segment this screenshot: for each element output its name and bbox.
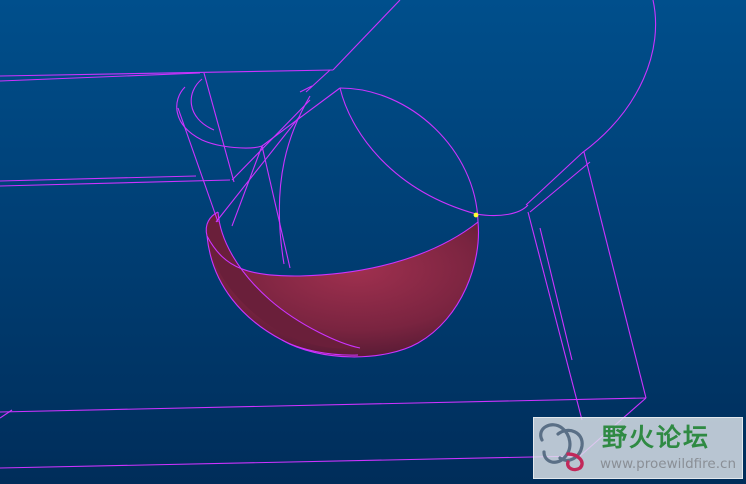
viewport-background xyxy=(0,0,746,484)
forum-watermark: 野火论坛 www.proewildfire.cn xyxy=(533,417,743,479)
selected-vertex-highlight[interactable] xyxy=(473,212,479,218)
model-canvas xyxy=(0,0,746,484)
flame-swirl-logo-icon xyxy=(539,423,584,472)
watermark-url: www.proewildfire.cn xyxy=(600,456,737,472)
watermark-title: 野火论坛 xyxy=(602,423,711,452)
cad-3d-viewport[interactable]: 野火论坛 www.proewildfire.cn xyxy=(0,0,746,484)
